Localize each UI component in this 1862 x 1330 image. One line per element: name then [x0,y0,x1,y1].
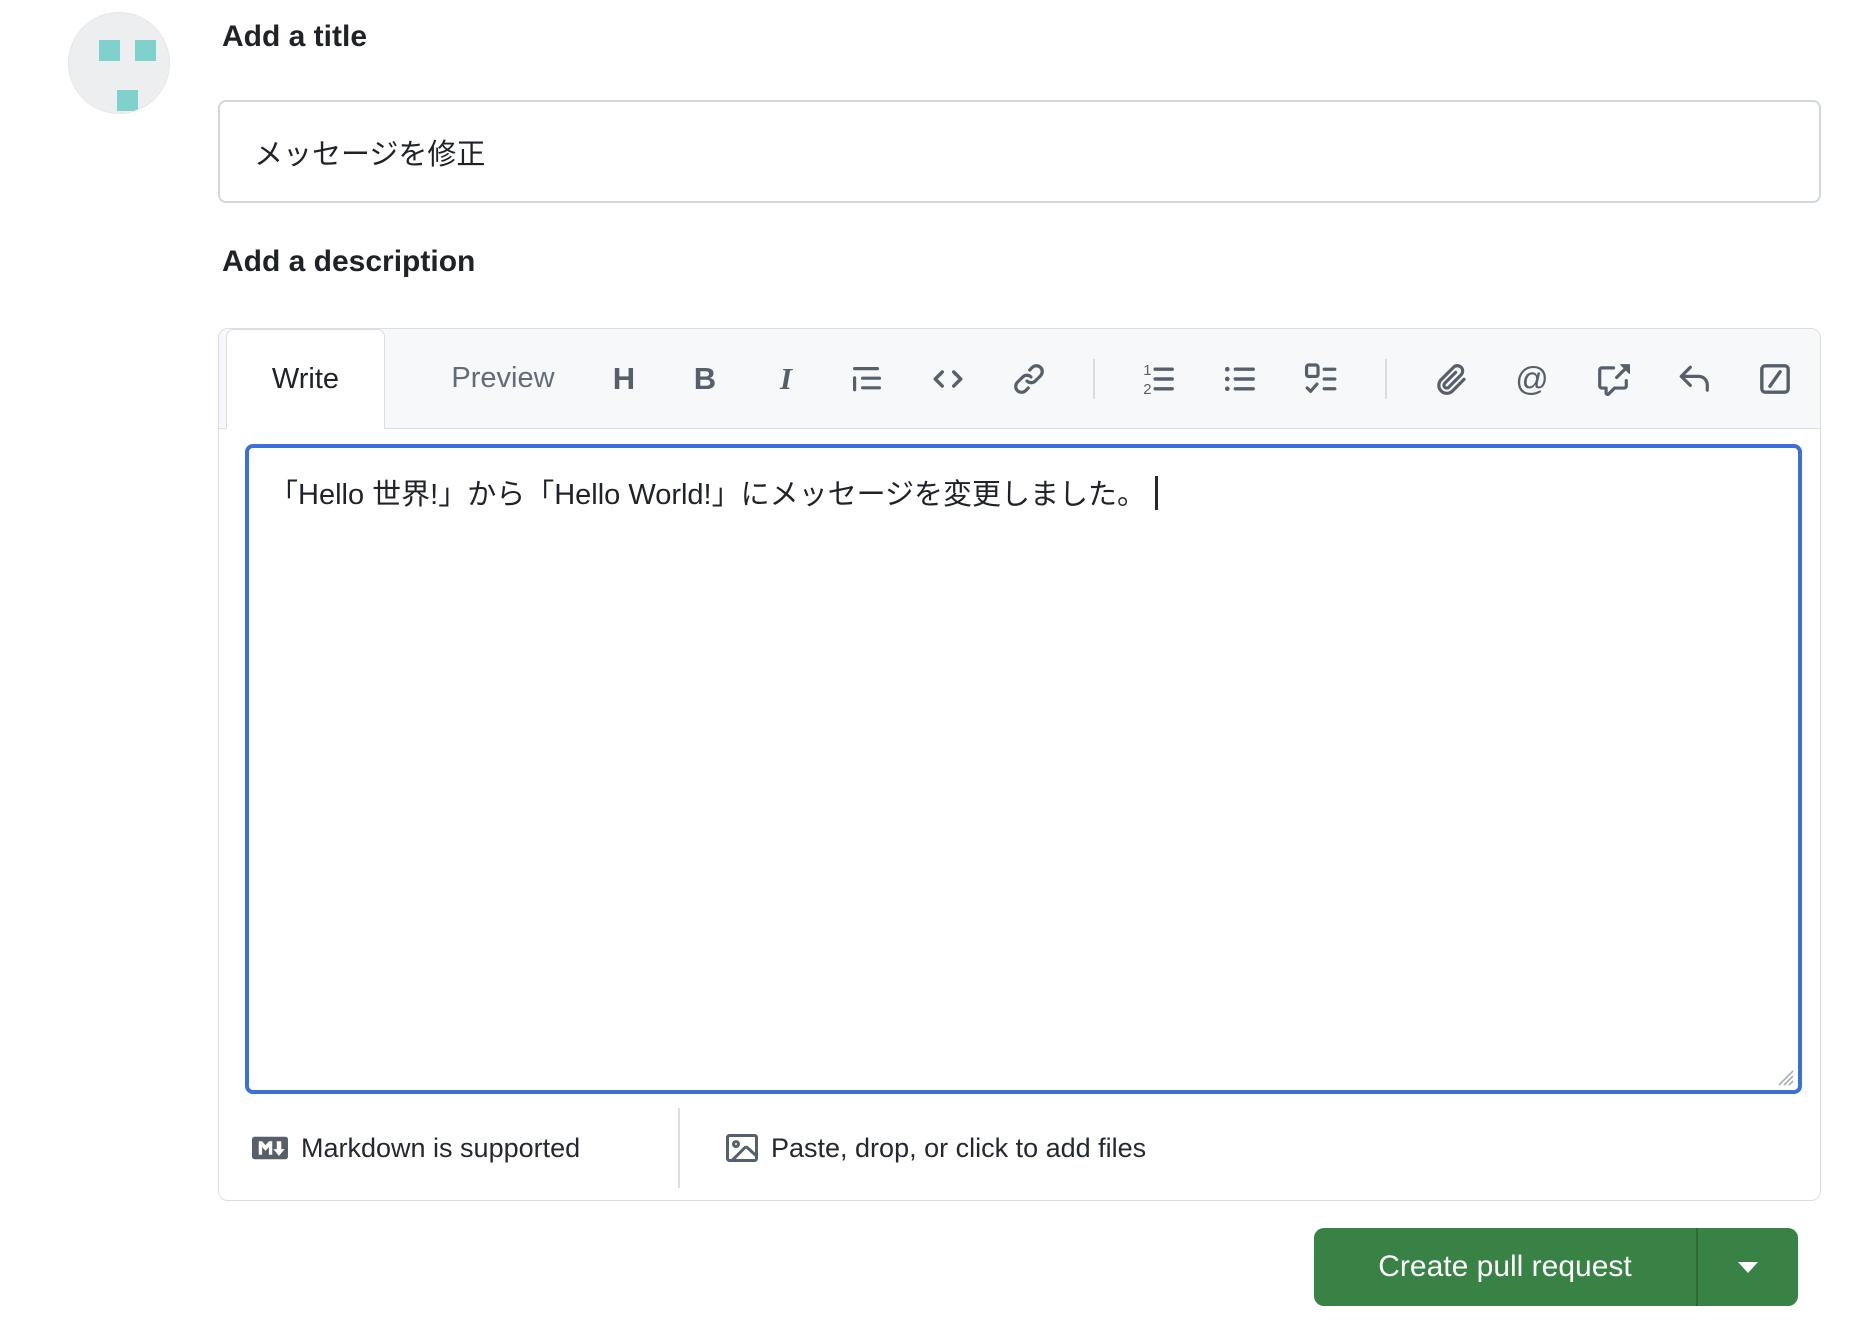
toolbar-divider [1385,358,1387,399]
heading-button[interactable]: H [607,360,641,396]
italic-button[interactable]: I [769,360,803,396]
create-pull-request-button[interactable]: Create pull request [1314,1228,1696,1306]
mention-icon: @ [1515,359,1549,397]
description-heading: Add a description [222,245,476,278]
slash-command-button[interactable] [1758,362,1792,396]
editor-tabbar: Write Preview H B I 1 2 @ [219,329,1820,429]
description-text: 「Hello 世界!」から「Hello World!」にメッセージを変更しました… [269,479,1147,511]
attach-file-icon [1437,363,1466,395]
reply-icon [1679,365,1709,392]
caret-down-icon [1738,1261,1758,1273]
markdown-icon [252,1136,288,1160]
svg-text:2: 2 [1143,381,1151,395]
markdown-supported-link[interactable]: Markdown is supported [252,1096,580,1200]
markdown-supported-label: Markdown is supported [301,1132,581,1163]
code-button[interactable] [931,362,965,396]
ordered-list-icon: 1 2 [1143,362,1174,396]
code-icon [933,369,963,388]
ordered-list-button[interactable]: 1 2 [1142,362,1176,396]
identicon-square [135,40,156,61]
svg-text:1: 1 [1143,362,1151,378]
mention-button[interactable]: @ [1515,359,1549,397]
identicon-square [99,40,120,61]
link-icon [1014,363,1044,394]
title-heading: Add a title [222,20,368,53]
bold-button[interactable]: B [688,360,722,396]
create-pull-request-dropdown[interactable] [1698,1228,1798,1306]
toolbar-divider [1093,358,1095,399]
pr-title-input[interactable] [218,100,1821,203]
cross-reference-icon [1598,363,1630,396]
bold-icon: B [693,360,717,396]
create-pull-request-split-button: Create pull request [1314,1228,1798,1306]
quote-icon [853,366,881,391]
task-list-icon [1304,362,1337,393]
markdown-toolbar: H B I 1 2 @ [607,329,1792,428]
resize-handle-icon[interactable] [1773,1065,1795,1087]
unordered-list-icon [1224,366,1255,391]
unordered-list-button[interactable] [1223,362,1257,396]
cross-reference-button[interactable] [1596,362,1630,396]
attach-files-label: Paste, drop, or click to add files [771,1132,1147,1163]
identicon-square [117,90,138,111]
reply-button[interactable] [1677,362,1711,396]
description-textarea[interactable]: 「Hello 世界!」から「Hello World!」にメッセージを変更しました… [245,444,1802,1094]
slash-command-icon [1760,363,1790,394]
avatar [68,12,170,114]
attach-files-dropzone[interactable]: Paste, drop, or click to add files [726,1096,1146,1200]
tab-preview[interactable]: Preview [423,329,583,428]
tab-write[interactable]: Write [226,329,385,429]
task-list-button[interactable] [1304,362,1338,396]
editor-footer: Markdown is supported Paste, drop, or cl… [219,1096,1820,1200]
image-icon [726,1134,758,1162]
link-button[interactable] [1012,362,1046,396]
description-editor: Write Preview H B I 1 2 @ 「Hello 世界!」から「… [218,328,1821,1201]
new-pull-request-form: Add a title Add a description Write Prev… [0,0,1862,1330]
italic-icon: I [779,360,793,396]
quote-button[interactable] [850,362,884,396]
heading-icon: H [612,360,636,396]
attach-file-button[interactable] [1434,362,1468,396]
text-cursor [1155,476,1159,510]
footer-divider [678,1108,680,1188]
